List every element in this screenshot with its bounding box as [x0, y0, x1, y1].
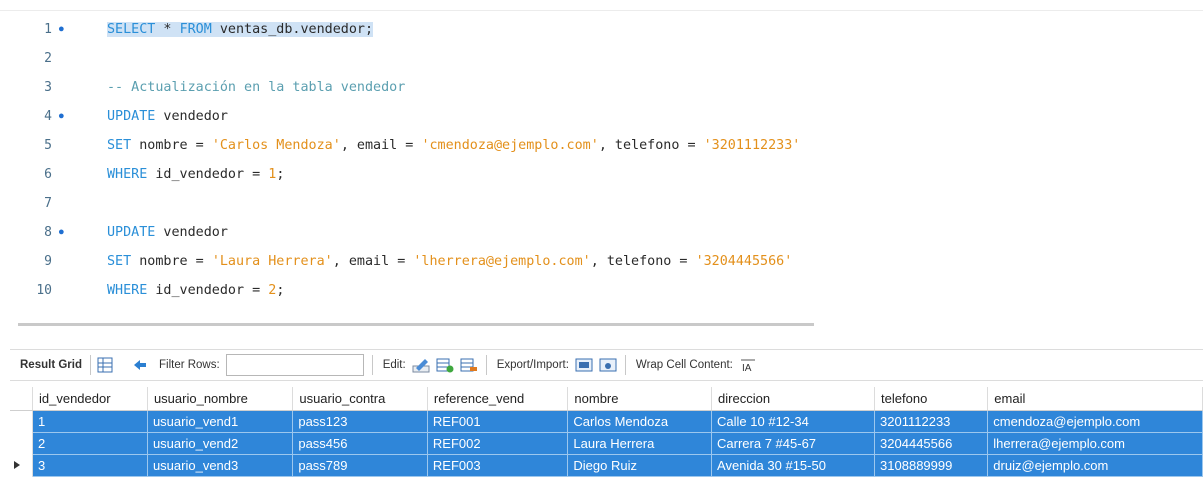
line-number: 10 [36, 283, 52, 298]
row-header[interactable] [10, 454, 33, 477]
table-cell[interactable]: 2 [32, 432, 148, 455]
table-cell[interactable]: 3201112233 [874, 410, 989, 433]
table-cell[interactable]: 3204445566 [874, 432, 989, 455]
export-icon[interactable] [575, 357, 593, 373]
code-text[interactable]: UPDATE vendedor [107, 225, 228, 240]
table-cell[interactable]: usuario_vend1 [146, 410, 294, 433]
table-cell[interactable]: pass789 [292, 454, 428, 477]
table-cell[interactable]: REF001 [426, 410, 569, 433]
table-cell[interactable]: REF002 [426, 432, 569, 455]
add-row-icon[interactable] [436, 357, 454, 373]
wrap-cell-label: Wrap Cell Content: [635, 359, 733, 371]
code-line[interactable]: 8 ● UPDATE vendedor [0, 221, 1203, 247]
column-header-email[interactable]: email [987, 387, 1203, 411]
table-cell[interactable]: 3 [32, 454, 148, 477]
table-cell[interactable]: Avenida 30 #15-50 [711, 454, 876, 477]
statement-marker-icon[interactable]: ● [58, 226, 65, 238]
toolbar-separator [371, 355, 373, 375]
column-header-usuario-contra[interactable]: usuario_contra [292, 387, 428, 411]
code-line[interactable]: 9 SET nombre = 'Laura Herrera', email = '… [0, 250, 1203, 276]
grid-header-row: id_vendedor usuario_nombre usuario_contra r… [10, 387, 1203, 411]
code-text[interactable]: -- Actualización en la tabla vendedor [107, 80, 405, 95]
column-header-telefono[interactable]: telefono [874, 387, 989, 411]
code-text[interactable]: WHERE id_vendedor = 1; [107, 167, 284, 182]
code-line[interactable]: 3 -- Actualización en la tabla vendedor [0, 76, 1203, 102]
wrap-text-icon[interactable]: IA [739, 357, 757, 374]
statement-marker-icon[interactable]: ● [58, 110, 65, 122]
column-header-usuario-nombre[interactable]: usuario_nombre [147, 387, 294, 411]
table-cell[interactable]: pass456 [292, 432, 428, 455]
code-line[interactable]: 4 ● UPDATE vendedor [0, 105, 1203, 131]
table-cell[interactable]: cmendoza@ejemplo.com [987, 410, 1203, 433]
table-row[interactable]: 2 usuario_vend2 pass456 REF002 Laura Herrera… [10, 432, 1203, 455]
column-header-reference-vend[interactable]: reference_vend [427, 387, 569, 411]
refresh-icon[interactable] [131, 357, 149, 373]
row-header[interactable] [10, 410, 33, 433]
code-text[interactable]: SET nombre = 'Carlos Mendoza', email = '… [107, 138, 800, 153]
column-header-direccion[interactable]: direccion [711, 387, 876, 411]
code-line[interactable]: 7 [0, 192, 1203, 218]
filter-rows-label: Filter Rows: [158, 359, 220, 371]
table-cell[interactable]: Laura Herrera [567, 432, 713, 455]
table-cell[interactable]: pass123 [292, 410, 428, 433]
table-cell[interactable]: REF003 [426, 454, 569, 477]
line-number: 7 [44, 196, 52, 211]
column-header-id-vendedor[interactable]: id_vendedor [32, 387, 148, 411]
code-line[interactable]: 10 WHERE id_vendedor = 2; [0, 279, 1203, 305]
line-number: 6 [44, 167, 52, 182]
column-header-nombre[interactable]: nombre [567, 387, 713, 411]
code-text[interactable]: UPDATE vendedor [107, 109, 228, 124]
code-line[interactable]: 1 ● SELECT * FROM ventas_db.vendedor; [0, 18, 1203, 44]
result-grid[interactable]: id_vendedor usuario_nombre usuario_contra r… [10, 387, 1203, 477]
grid-view-icon[interactable] [97, 357, 115, 373]
line-number: 2 [44, 51, 52, 66]
toolbar-separator [624, 355, 626, 375]
line-number: 5 [44, 138, 52, 153]
table-cell[interactable]: Carrera 7 #45-67 [711, 432, 876, 455]
edit-pencil-icon[interactable] [412, 357, 430, 373]
code-line[interactable]: 5 SET nombre = 'Carlos Mendoza', email = … [0, 134, 1203, 160]
line-number: 4 [44, 109, 52, 124]
result-toolbar: Result Grid Filter Rows: Edit: Export/Im… [10, 349, 1203, 381]
table-cell[interactable]: 3108889999 [874, 454, 989, 477]
code-text[interactable]: SET nombre = 'Laura Herrera', email = 'l… [107, 254, 792, 269]
line-number: 9 [44, 254, 52, 269]
table-cell[interactable]: usuario_vend2 [146, 432, 294, 455]
table-cell[interactable]: Calle 10 #12-34 [711, 410, 876, 433]
row-header-corner [10, 387, 33, 411]
editor-splitter[interactable] [18, 323, 814, 326]
table-cell[interactable]: Carlos Mendoza [567, 410, 713, 433]
table-row[interactable]: 3 usuario_vend3 pass789 REF003 Diego Ruiz Ave… [10, 454, 1203, 477]
row-pointer-icon [14, 461, 20, 469]
table-cell[interactable]: lherrera@ejemplo.com [987, 432, 1203, 455]
toolbar-separator [89, 355, 91, 375]
import-icon[interactable] [599, 357, 617, 373]
code-text[interactable]: SELECT * FROM ventas_db.vendedor; [107, 22, 374, 37]
edit-label: Edit: [382, 359, 406, 371]
table-cell[interactable]: Diego Ruiz [567, 454, 713, 477]
line-number: 3 [44, 80, 52, 95]
row-header[interactable] [10, 432, 33, 455]
filter-rows-input[interactable] [225, 354, 364, 376]
code-line[interactable]: 6 WHERE id_vendedor = 1; [0, 163, 1203, 189]
export-import-label: Export/Import: [496, 359, 569, 371]
result-grid-label[interactable]: Result Grid [20, 359, 82, 371]
toolbar-separator [485, 355, 487, 375]
editor-top-border [0, 10, 1203, 11]
line-number: 1 [44, 22, 52, 37]
sql-editor[interactable]: 1 ● SELECT * FROM ventas_db.vendedor; 2 3 -- … [0, 0, 1203, 330]
line-number: 8 [44, 225, 52, 240]
table-cell[interactable]: druiz@ejemplo.com [987, 454, 1203, 477]
code-text[interactable]: WHERE id_vendedor = 2; [107, 283, 284, 298]
code-line[interactable]: 2 [0, 47, 1203, 73]
table-row[interactable]: 1 usuario_vend1 pass123 REF001 Carlos Mendoz… [10, 410, 1203, 433]
table-cell[interactable]: 1 [32, 410, 148, 433]
statement-marker-icon[interactable]: ● [58, 23, 65, 35]
delete-row-icon[interactable] [460, 357, 478, 373]
table-cell[interactable]: usuario_vend3 [146, 454, 294, 477]
svg-text:IA: IA [742, 363, 752, 373]
